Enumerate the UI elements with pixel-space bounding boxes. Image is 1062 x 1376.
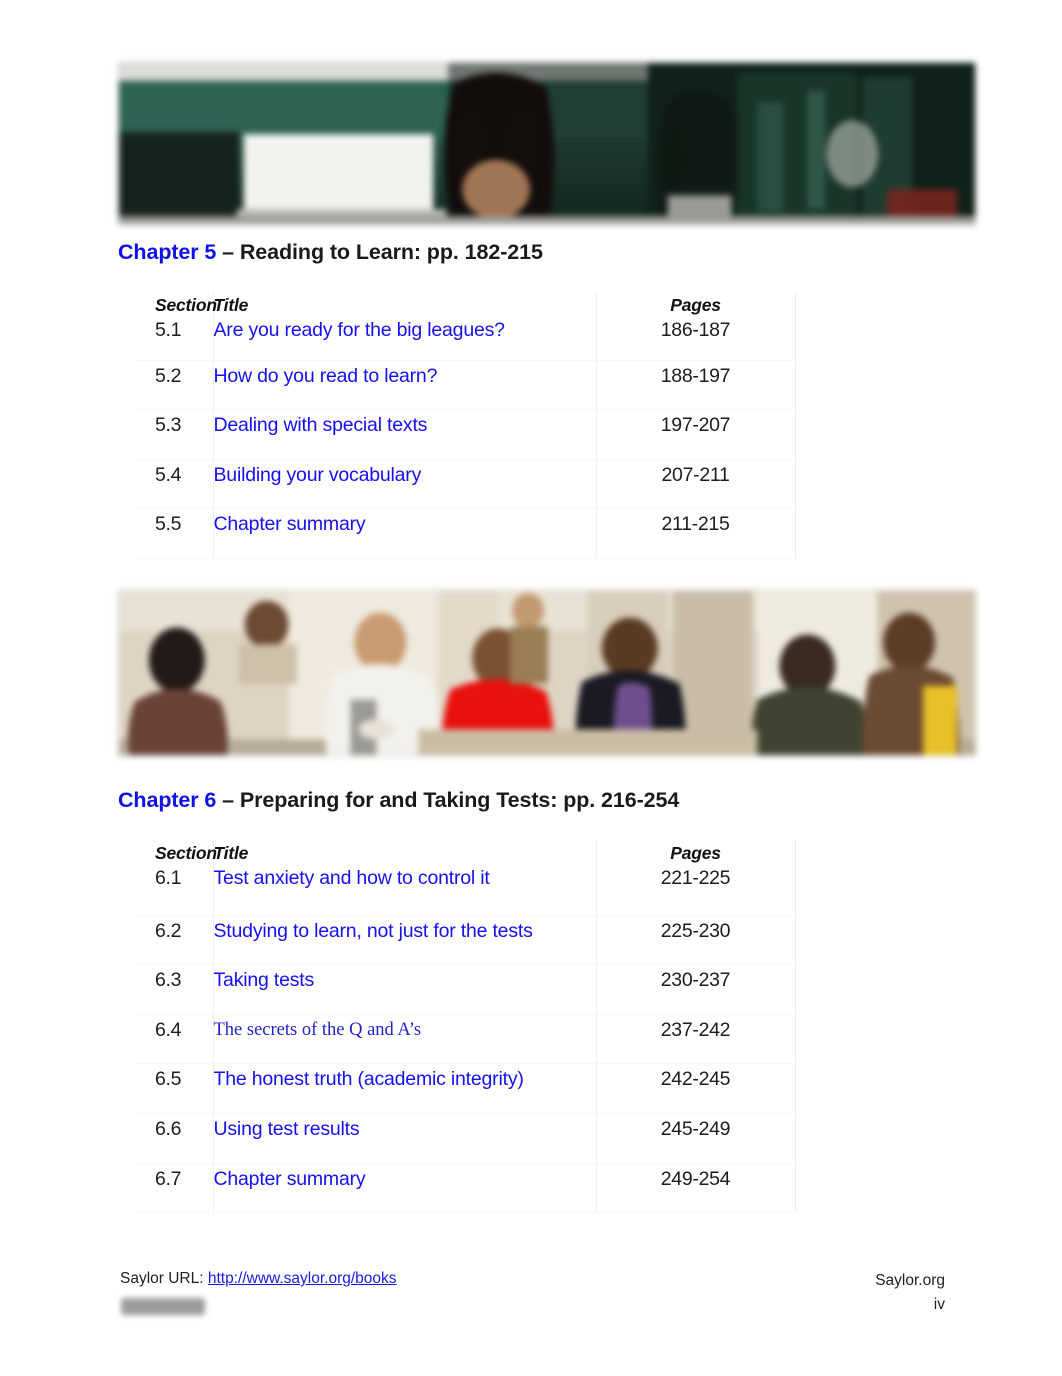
section-pages: 245-249 [596,1113,796,1164]
section-title-link[interactable]: Dealing with special texts [213,409,597,460]
chapter-title-6: Preparing for and Taking Tests: pp. 216-… [239,788,680,812]
table-row: 5.5 Chapter summary 211-215 [137,508,796,559]
section-title-link[interactable]: The secrets of the Q and A’s [213,1014,597,1065]
footer-redaction-block [121,1298,205,1315]
footer-site-name: Saylor.org [875,1272,945,1289]
column-header-pages: Pages [596,292,796,318]
chapter-label-6: Chapter 6 [118,788,217,812]
section-pages: 188-197 [596,360,796,411]
toc-table-chapter6: Section Title Pages 6.1 Test anxiety and… [137,840,796,1214]
chapter-heading-6: Chapter 6 – Preparing for and Taking Tes… [118,788,679,813]
table-row: 6.2 Studying to learn, not just for the … [137,915,796,966]
banner-image-chapter6 [118,590,976,756]
group-study-photo [119,591,975,755]
section-pages: 225-230 [596,915,796,966]
section-title-link[interactable]: Taking tests [213,964,597,1015]
table-row: 6.4 The secrets of the Q and A’s 237-242 [137,1014,796,1065]
section-number: 6.1 [137,866,214,916]
footer-url-label: Saylor URL: [120,1270,208,1287]
section-pages: 211-215 [596,508,796,559]
section-title-link[interactable]: Are you ready for the big leagues? [213,318,597,361]
column-header-section: Section [137,292,217,318]
section-number: 5.3 [137,409,214,460]
document-page: Chapter 5 – Reading to Learn: pp. 182-21… [0,0,1062,1376]
toc-table-chapter5: Section Title Pages 5.1 Are you ready fo… [137,292,796,559]
table-row: 6.1 Test anxiety and how to control it 2… [137,866,796,916]
banner-image-chapter5 [118,62,976,225]
section-pages: 186-187 [596,318,796,361]
section-title-link[interactable]: Building your vocabulary [213,459,597,510]
footer-right-block: Saylor.org iv [875,1269,945,1317]
column-header-title: Title [213,292,597,318]
table-row: 6.3 Taking tests 230-237 [137,964,796,1015]
section-pages: 242-245 [596,1063,796,1114]
section-number: 5.2 [137,360,214,411]
column-header-pages: Pages [596,840,796,866]
chalkboard-classroom-photo [119,63,975,224]
section-pages: 197-207 [596,409,796,460]
section-pages: 221-225 [596,866,796,916]
chapter-separator-5: – [216,240,240,264]
table-row: 6.6 Using test results 245-249 [137,1113,796,1164]
footer-page-number: iv [933,1296,945,1313]
section-pages: 237-242 [596,1014,796,1065]
section-title-link[interactable]: Studying to learn, not just for the test… [213,915,597,966]
column-header-section: Section [137,840,217,866]
footer-url-line: Saylor URL: http://www.saylor.org/books [120,1270,397,1288]
section-number: 6.7 [137,1163,214,1214]
chapter-separator-6: – [216,788,240,812]
chapter-heading-5: Chapter 5 – Reading to Learn: pp. 182-21… [118,240,543,265]
table-row: 5.1 Are you ready for the big leagues? 1… [137,318,796,361]
section-number: 5.1 [137,318,214,361]
section-pages: 230-237 [596,964,796,1015]
section-pages: 207-211 [596,459,796,510]
table-header-row: Section Title Pages [137,840,796,866]
section-title-link[interactable]: Test anxiety and how to control it [213,866,597,916]
section-number: 6.2 [137,915,214,966]
footer-url-link[interactable]: http://www.saylor.org/books [208,1270,397,1287]
chapter-title-5: Reading to Learn: pp. 182-215 [239,240,543,264]
table-row: 6.5 The honest truth (academic integrity… [137,1063,796,1114]
section-number: 6.3 [137,964,214,1015]
table-row: 5.4 Building your vocabulary 207-211 [137,459,796,510]
section-title-link[interactable]: Chapter summary [213,1163,597,1214]
table-row: 6.7 Chapter summary 249-254 [137,1163,796,1214]
section-number: 6.5 [137,1063,214,1114]
table-header-row: Section Title Pages [137,292,796,318]
section-title-link[interactable]: The honest truth (academic integrity) [213,1063,597,1114]
section-number: 6.4 [137,1014,214,1065]
section-number: 5.4 [137,459,214,510]
column-header-title: Title [213,840,597,866]
section-title-link[interactable]: Chapter summary [213,508,597,559]
table-row: 5.2 How do you read to learn? 188-197 [137,360,796,411]
section-title-link[interactable]: Using test results [213,1113,597,1164]
section-number: 5.5 [137,508,214,559]
section-pages: 249-254 [596,1163,796,1214]
chapter-label-5: Chapter 5 [118,240,217,264]
section-title-link[interactable]: How do you read to learn? [213,360,597,411]
section-number: 6.6 [137,1113,214,1164]
table-row: 5.3 Dealing with special texts 197-207 [137,409,796,460]
